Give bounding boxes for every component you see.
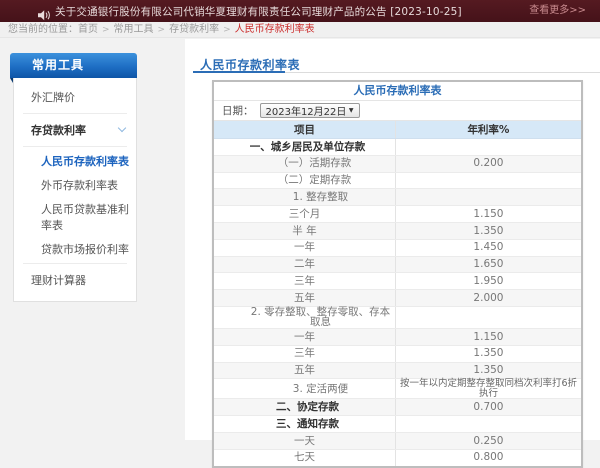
table-row: 五年1.350 <box>214 362 581 379</box>
table-cell-rate <box>395 172 581 189</box>
table-cell-rate: 1.150 <box>395 206 581 223</box>
table-row: 3. 定活两便按一年以内定期整存整取同档次利率打6折执行 <box>214 379 581 399</box>
table-row: 二年1.650 <box>214 256 581 273</box>
breadcrumb-separator: > <box>158 25 166 35</box>
table-row: 一、城乡居民及单位存款 <box>214 139 581 156</box>
table-cell-item: 半 年 <box>214 222 395 239</box>
breadcrumb-item[interactable]: 存贷款利率 <box>169 24 219 35</box>
table-row: 三年1.350 <box>214 345 581 362</box>
breadcrumb-label: 您当前的位置： <box>8 24 78 35</box>
column-header-item: 项目 <box>214 121 395 139</box>
table-cell-rate: 0.800 <box>395 449 581 465</box>
breadcrumb-item[interactable]: 首页 <box>78 24 98 35</box>
table-cell-item: 三、通知存款 <box>214 416 395 433</box>
breadcrumb-item[interactable]: 常用工具 <box>114 24 154 35</box>
sidebar-fold-decoration <box>10 78 13 83</box>
table-cell-rate: 0.700 <box>395 399 581 416</box>
table-row: 三、通知存款 <box>214 416 581 433</box>
table-cell-item: 一年 <box>214 239 395 256</box>
table-cell-item: 3. 定活两便 <box>214 379 395 399</box>
table-cell-rate: 1.350 <box>395 222 581 239</box>
dropdown-arrow-icon: ▼ <box>349 107 354 114</box>
table-cell-item: 一天 <box>214 432 395 449</box>
rates-table: 项目 年利率% 一、城乡居民及单位存款（一）活期存款0.200（二）定期存款1.… <box>214 121 581 466</box>
table-header-row: 项目 年利率% <box>214 121 581 139</box>
sidebar-title: 常用工具 <box>10 53 137 78</box>
table-cell-rate: 1.950 <box>395 273 581 290</box>
table-cell-item: 五年 <box>214 362 395 379</box>
sidebar-item-理财计算器[interactable]: 理财计算器 <box>14 266 136 294</box>
sidebar-divider <box>23 113 127 114</box>
announcement-text[interactable]: 关于交通银行股份有限公司代销华夏理财有限责任公司理财产品的公告 [2023-10… <box>55 4 462 19</box>
breadcrumb-item[interactable]: 人民币存款利率表 <box>235 24 315 35</box>
table-cell-rate: 0.250 <box>395 432 581 449</box>
sidebar-item-人民币贷款基准利率表[interactable]: 人民币贷款基准利率表 <box>14 197 136 237</box>
table-row: 1. 整存整取 <box>214 189 581 206</box>
table-row: 一年1.450 <box>214 239 581 256</box>
table-cell-item: 2. 零存整取、整存零取、存本取息 <box>214 306 395 328</box>
breadcrumb: 您当前的位置：首页>常用工具>存贷款利率>人民币存款利率表 <box>0 22 600 38</box>
table-cell-rate: 2.000 <box>395 290 581 307</box>
table-cell-rate <box>395 306 581 328</box>
table-row: （一）活期存款0.200 <box>214 155 581 172</box>
sidebar: 常用工具 外汇牌价存贷款利率人民币存款利率表外币存款利率表人民币贷款基准利率表贷… <box>10 53 137 302</box>
date-row: 日期： 2023年12月22日 ▼ <box>214 101 581 121</box>
sidebar-divider <box>23 146 127 147</box>
table-cell-rate: 1.150 <box>395 328 581 345</box>
table-cell-item: 五年 <box>214 290 395 307</box>
breadcrumb-separator: > <box>102 25 110 35</box>
sidebar-divider <box>23 263 127 264</box>
table-row: 三年1.950 <box>214 273 581 290</box>
table-title: 人民币存款利率表 <box>214 82 581 101</box>
table-cell-item: 1. 整存整取 <box>214 189 395 206</box>
table-cell-item: 三个月 <box>214 206 395 223</box>
sidebar-item-存贷款利率[interactable]: 存贷款利率 <box>14 116 136 144</box>
table-row: 2. 零存整取、整存零取、存本取息 <box>214 306 581 328</box>
table-cell-item: 一年 <box>214 328 395 345</box>
rate-table-box: 人民币存款利率表 日期： 2023年12月22日 ▼ 项目 年利率% 一、城乡居… <box>212 80 583 468</box>
table-cell-item: （一）活期存款 <box>214 155 395 172</box>
table-row: 半 年1.350 <box>214 222 581 239</box>
table-cell-rate <box>395 189 581 206</box>
sidebar-item-人民币存款利率表[interactable]: 人民币存款利率表 <box>14 149 136 173</box>
title-underline-accent <box>193 71 285 73</box>
table-row: （二）定期存款 <box>214 172 581 189</box>
table-cell-rate: 按一年以内定期整存整取同档次利率打6折执行 <box>395 379 581 399</box>
sidebar-menu: 外汇牌价存贷款利率人民币存款利率表外币存款利率表人民币贷款基准利率表贷款市场报价… <box>13 78 137 302</box>
breadcrumb-separator: > <box>223 25 231 35</box>
table-cell-item: 七天 <box>214 449 395 465</box>
date-label: 日期： <box>222 103 254 118</box>
sidebar-item-外币存款利率表[interactable]: 外币存款利率表 <box>14 173 136 197</box>
table-cell-rate: 0.200 <box>395 155 581 172</box>
chevron-down-icon <box>118 124 126 132</box>
sidebar-item-外汇牌价[interactable]: 外汇牌价 <box>14 83 136 111</box>
table-cell-item: 一、城乡居民及单位存款 <box>214 139 395 156</box>
table-cell-item: （二）定期存款 <box>214 172 395 189</box>
table-row: 七天0.800 <box>214 449 581 465</box>
table-row: 二、协定存款0.700 <box>214 399 581 416</box>
view-more-link[interactable]: 查看更多>> <box>529 0 586 22</box>
table-cell-rate: 1.650 <box>395 256 581 273</box>
table-cell-item: 三年 <box>214 273 395 290</box>
column-header-rate: 年利率% <box>395 121 581 139</box>
table-cell-item: 二、协定存款 <box>214 399 395 416</box>
table-cell-rate <box>395 139 581 156</box>
table-cell-rate <box>395 416 581 433</box>
table-cell-rate: 1.350 <box>395 362 581 379</box>
sidebar-item-贷款市场报价利率[interactable]: 贷款市场报价利率 <box>14 237 136 261</box>
table-row: 一天0.250 <box>214 432 581 449</box>
table-cell-item: 二年 <box>214 256 395 273</box>
announcement-bar: 关于交通银行股份有限公司代销华夏理财有限责任公司理财产品的公告 [2023-10… <box>0 0 600 22</box>
table-row: 三个月1.150 <box>214 206 581 223</box>
date-select-value: 2023年12月22日 <box>266 103 347 118</box>
date-select[interactable]: 2023年12月22日 ▼ <box>260 103 360 118</box>
table-row: 五年2.000 <box>214 290 581 307</box>
table-cell-rate: 1.350 <box>395 345 581 362</box>
table-cell-item: 三年 <box>214 345 395 362</box>
table-cell-rate: 1.450 <box>395 239 581 256</box>
table-row: 一年1.150 <box>214 328 581 345</box>
